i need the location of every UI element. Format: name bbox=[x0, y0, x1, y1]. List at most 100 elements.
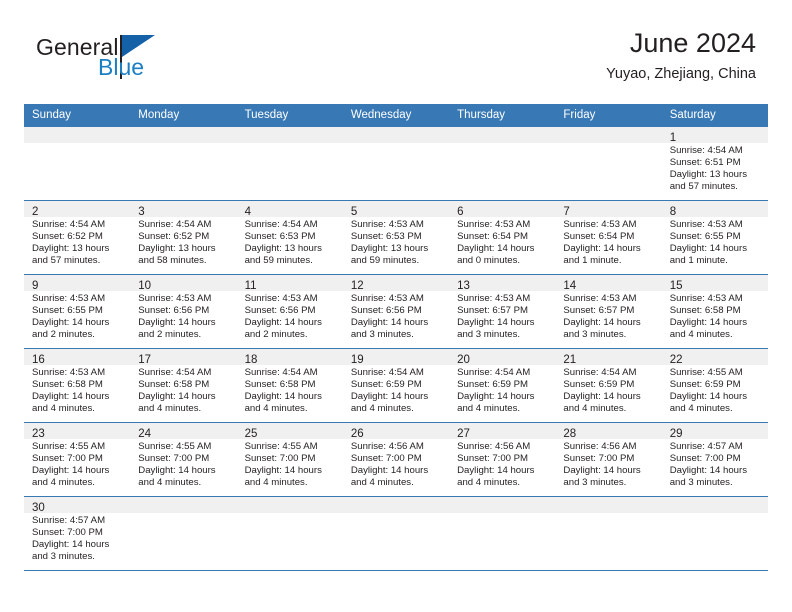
day-details: Sunrise: 4:53 AM Sunset: 6:55 PM Daylight:… bbox=[662, 217, 768, 267]
calendar-day-cell[interactable]: 24 Sunrise: 4:55 AM Sunset: 7:00 PM Dayligh… bbox=[130, 422, 237, 497]
calendar-day-cell[interactable]: 19 Sunrise: 4:54 AM Sunset: 6:59 PM Dayligh… bbox=[342, 348, 450, 423]
date-band: 25 bbox=[236, 423, 343, 440]
date-number: 28 bbox=[563, 428, 577, 440]
calendar-day-cell-empty bbox=[342, 496, 450, 571]
sunset-text: Sunset: 7:00 PM bbox=[669, 452, 741, 464]
calendar-day-cell-empty bbox=[449, 127, 556, 201]
calendar-day-cell[interactable]: 26 Sunrise: 4:56 AM Sunset: 7:00 PM Dayligh… bbox=[342, 422, 450, 497]
sunset-text: Sunset: 6:55 PM bbox=[669, 230, 741, 242]
calendar-day-cell[interactable]: 21 Sunrise: 4:54 AM Sunset: 6:59 PM Dayligh… bbox=[555, 348, 662, 423]
sunset-text: Sunset: 6:58 PM bbox=[138, 378, 210, 390]
date-number: 1 bbox=[669, 132, 677, 144]
sunset-text: Sunset: 6:57 PM bbox=[563, 304, 635, 316]
calendar-day-cell[interactable]: 13 Sunrise: 4:53 AM Sunset: 6:57 PM Dayligh… bbox=[449, 274, 556, 349]
calendar-body: 1 Sunrise: 4:54 AM Sunset: 6:51 PM Daylight… bbox=[24, 127, 768, 571]
daylight-text: Daylight: 14 hours and 3 minutes. bbox=[563, 316, 641, 340]
calendar-day-cell[interactable]: 9 Sunrise: 4:53 AM Sunset: 6:55 PM Daylight… bbox=[24, 274, 131, 349]
calendar-day-cell[interactable]: 28 Sunrise: 4:56 AM Sunset: 7:00 PM Dayligh… bbox=[555, 422, 662, 497]
day-details: Sunrise: 4:54 AM Sunset: 6:58 PM Daylight:… bbox=[130, 365, 236, 415]
date-band bbox=[236, 127, 343, 143]
sunset-text: Sunset: 6:59 PM bbox=[350, 378, 422, 390]
daylight-text: Daylight: 14 hours and 4 minutes. bbox=[669, 316, 748, 340]
date-number: 30 bbox=[32, 502, 45, 514]
daylight-text: Daylight: 14 hours and 4 minutes. bbox=[669, 390, 748, 414]
day-cell-content: 17 Sunrise: 4:54 AM Sunset: 6:58 PM Dayligh… bbox=[130, 349, 237, 422]
date-band: 18 bbox=[236, 349, 343, 366]
calendar-day-cell[interactable]: 5 Sunrise: 4:53 AM Sunset: 6:53 PM Daylight… bbox=[342, 200, 450, 275]
calendar-week-row: 9 Sunrise: 4:53 AM Sunset: 6:55 PM Daylight… bbox=[24, 274, 768, 349]
calendar-day-cell[interactable]: 3 Sunrise: 4:54 AM Sunset: 6:52 PM Daylight… bbox=[130, 200, 237, 275]
calendar-day-cell[interactable]: 27 Sunrise: 4:56 AM Sunset: 7:00 PM Dayligh… bbox=[449, 422, 556, 497]
date-number: 2 bbox=[32, 206, 39, 218]
calendar-day-cell[interactable]: 10 Sunrise: 4:53 AM Sunset: 6:56 PM Dayligh… bbox=[130, 274, 237, 349]
calendar-day-cell[interactable]: 2 Sunrise: 4:54 AM Sunset: 6:52 PM Daylight… bbox=[24, 200, 131, 275]
calendar-day-cell[interactable]: 15 Sunrise: 4:53 AM Sunset: 6:58 PM Dayligh… bbox=[661, 274, 768, 349]
date-band: 7 bbox=[555, 201, 662, 218]
daylight-text: Daylight: 13 hours and 57 minutes. bbox=[669, 168, 748, 192]
calendar-day-cell[interactable]: 1 Sunrise: 4:54 AM Sunset: 6:51 PM Daylight… bbox=[661, 127, 768, 201]
day-details: Sunrise: 4:53 AM Sunset: 6:55 PM Daylight:… bbox=[24, 291, 130, 341]
sunset-text: Sunset: 7:00 PM bbox=[457, 452, 529, 464]
calendar-day-cell[interactable]: 12 Sunrise: 4:53 AM Sunset: 6:56 PM Dayligh… bbox=[342, 274, 450, 349]
calendar-day-cell[interactable]: 16 Sunrise: 4:53 AM Sunset: 6:58 PM Dayligh… bbox=[24, 348, 131, 423]
daylight-text: Daylight: 14 hours and 4 minutes. bbox=[138, 464, 216, 488]
sunrise-text: Sunrise: 4:53 AM bbox=[563, 293, 637, 304]
calendar-day-cell[interactable]: 17 Sunrise: 4:54 AM Sunset: 6:58 PM Dayligh… bbox=[130, 348, 237, 423]
day-details: Sunrise: 4:53 AM Sunset: 6:58 PM Daylight:… bbox=[24, 365, 130, 415]
calendar-day-cell[interactable]: 4 Sunrise: 4:54 AM Sunset: 6:53 PM Daylight… bbox=[236, 200, 343, 275]
sunset-text: Sunset: 6:54 PM bbox=[457, 230, 529, 242]
day-details: Sunrise: 4:54 AM Sunset: 6:53 PM Daylight:… bbox=[237, 217, 343, 267]
calendar-day-cell[interactable]: 30 Sunrise: 4:57 AM Sunset: 7:00 PM Dayligh… bbox=[24, 496, 131, 571]
sunrise-text: Sunrise: 4:53 AM bbox=[32, 367, 106, 378]
daylight-text: Daylight: 14 hours and 4 minutes. bbox=[32, 464, 110, 488]
date-band bbox=[555, 497, 662, 513]
sunset-text: Sunset: 6:59 PM bbox=[563, 378, 635, 390]
daylight-text: Daylight: 14 hours and 3 minutes. bbox=[669, 464, 748, 488]
sunset-text: Sunset: 7:00 PM bbox=[244, 452, 316, 464]
calendar-page: General Blue June 2024 Yuyao, Zhejiang, … bbox=[0, 0, 792, 612]
day-details: Sunrise: 4:54 AM Sunset: 6:58 PM Daylight:… bbox=[237, 365, 343, 415]
date-number: 5 bbox=[350, 206, 358, 218]
sunrise-text: Sunrise: 4:54 AM bbox=[138, 219, 212, 230]
calendar-day-cell[interactable]: 23 Sunrise: 4:55 AM Sunset: 7:00 PM Dayligh… bbox=[24, 422, 131, 497]
date-number: 12 bbox=[350, 280, 364, 292]
day-cell-content: 7 Sunrise: 4:53 AM Sunset: 6:54 PM Daylight… bbox=[555, 201, 662, 274]
date-band: 24 bbox=[130, 423, 237, 440]
sunrise-text: Sunrise: 4:55 AM bbox=[244, 441, 318, 452]
calendar-week-row: 30 Sunrise: 4:57 AM Sunset: 7:00 PM Dayligh… bbox=[24, 496, 768, 571]
calendar-day-cell[interactable]: 8 Sunrise: 4:53 AM Sunset: 6:55 PM Daylight… bbox=[661, 200, 768, 275]
sunset-text: Sunset: 7:00 PM bbox=[32, 452, 103, 464]
weekday-header-thursday: Thursday bbox=[449, 104, 556, 127]
day-cell-content: 12 Sunrise: 4:53 AM Sunset: 6:56 PM Dayligh… bbox=[342, 275, 450, 348]
calendar-day-cell-empty bbox=[661, 496, 768, 571]
day-cell-content: 11 Sunrise: 4:53 AM Sunset: 6:56 PM Dayligh… bbox=[236, 275, 343, 348]
sunrise-text: Sunrise: 4:54 AM bbox=[138, 367, 212, 378]
date-number: 15 bbox=[669, 280, 683, 292]
sunrise-text: Sunrise: 4:54 AM bbox=[457, 367, 531, 378]
date-number: 13 bbox=[457, 280, 470, 292]
calendar-day-cell[interactable]: 18 Sunrise: 4:54 AM Sunset: 6:58 PM Dayligh… bbox=[236, 348, 343, 423]
day-cell-content: 29 Sunrise: 4:57 AM Sunset: 7:00 PM Dayligh… bbox=[661, 423, 768, 496]
calendar-day-cell[interactable]: 25 Sunrise: 4:55 AM Sunset: 7:00 PM Dayligh… bbox=[236, 422, 343, 497]
day-cell-content: 22 Sunrise: 4:55 AM Sunset: 6:59 PM Dayligh… bbox=[661, 349, 768, 422]
date-band: 4 bbox=[236, 201, 343, 218]
weekday-header-tuesday: Tuesday bbox=[236, 104, 343, 127]
daylight-text: Daylight: 14 hours and 4 minutes. bbox=[350, 464, 429, 488]
calendar-day-cell[interactable]: 7 Sunrise: 4:53 AM Sunset: 6:54 PM Daylight… bbox=[555, 200, 662, 275]
calendar-day-cell[interactable]: 29 Sunrise: 4:57 AM Sunset: 7:00 PM Dayligh… bbox=[661, 422, 768, 497]
date-band bbox=[661, 497, 768, 513]
calendar-day-cell[interactable]: 11 Sunrise: 4:53 AM Sunset: 6:56 PM Dayligh… bbox=[236, 274, 343, 349]
brand-logo[interactable]: General Blue bbox=[36, 34, 256, 90]
calendar-day-cell[interactable]: 14 Sunrise: 4:53 AM Sunset: 6:57 PM Dayligh… bbox=[555, 274, 662, 349]
calendar-week-row: 1 Sunrise: 4:54 AM Sunset: 6:51 PM Daylight… bbox=[24, 127, 768, 201]
sunrise-text: Sunrise: 4:53 AM bbox=[32, 293, 106, 304]
calendar-day-cell[interactable]: 22 Sunrise: 4:55 AM Sunset: 6:59 PM Dayligh… bbox=[661, 348, 768, 423]
date-number: 27 bbox=[457, 428, 470, 440]
date-number: 25 bbox=[244, 428, 258, 440]
day-details: Sunrise: 4:55 AM Sunset: 7:00 PM Daylight:… bbox=[130, 439, 236, 489]
calendar-day-cell[interactable]: 6 Sunrise: 4:53 AM Sunset: 6:54 PM Daylight… bbox=[449, 200, 556, 275]
sunrise-text: Sunrise: 4:53 AM bbox=[244, 293, 318, 304]
calendar-day-cell[interactable]: 20 Sunrise: 4:54 AM Sunset: 6:59 PM Dayligh… bbox=[449, 348, 556, 423]
day-cell-content: 3 Sunrise: 4:54 AM Sunset: 6:52 PM Daylight… bbox=[130, 201, 237, 274]
date-band: 1 bbox=[661, 127, 768, 144]
